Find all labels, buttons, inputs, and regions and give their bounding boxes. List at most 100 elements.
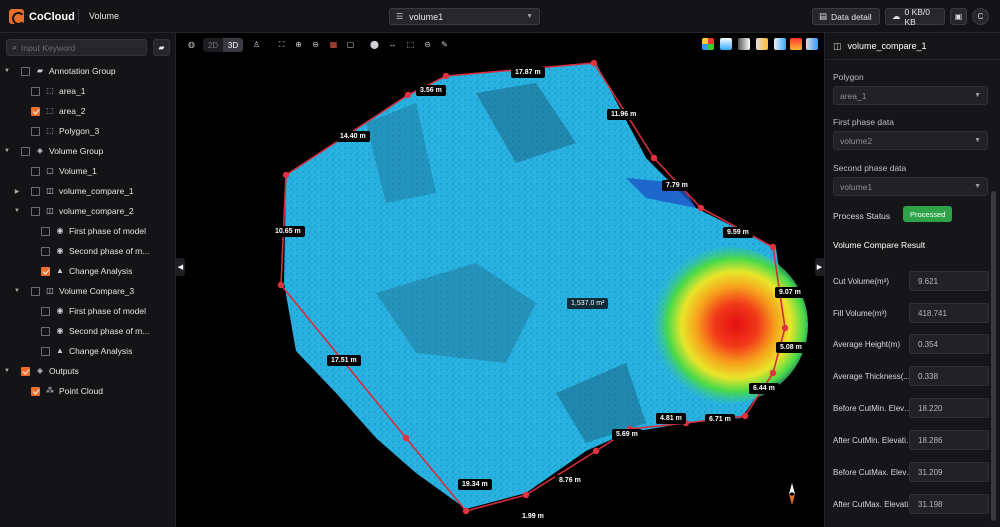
tree-item[interactable]: ▲ Change Analysis xyxy=(0,261,176,281)
add-folder-button[interactable]: ▰ xyxy=(153,39,170,56)
polygon-vertex[interactable] xyxy=(592,447,600,455)
tree-item-checkbox[interactable] xyxy=(31,286,40,296)
tree-item-checkbox[interactable] xyxy=(21,146,30,156)
polygon-vertex[interactable] xyxy=(650,154,658,162)
color-mode-return-button[interactable] xyxy=(774,38,786,50)
tree-item-checkbox[interactable] xyxy=(31,186,40,196)
tree-item-checkbox[interactable] xyxy=(21,366,30,376)
measurement-label: 7.79 m xyxy=(662,180,692,191)
collapse-panel-button[interactable]: ▶ xyxy=(815,258,824,276)
view-2d-button[interactable]: 2D xyxy=(203,38,223,52)
color-mode-class-button[interactable] xyxy=(756,38,768,50)
tree-item[interactable]: ▼ ▰ Annotation Group xyxy=(0,61,176,81)
color-mode-gradient-button[interactable] xyxy=(790,38,802,50)
polygon-vertex[interactable] xyxy=(277,281,285,289)
chevron-down-icon[interactable]: ▼ xyxy=(13,208,21,214)
chevron-down-icon[interactable]: ▼ xyxy=(3,68,11,74)
tree-item-checkbox[interactable] xyxy=(31,386,40,396)
tree-item[interactable]: ▢ Volume_1 xyxy=(0,161,176,181)
tree-item[interactable]: ⁂ Point Cloud xyxy=(0,381,176,401)
search-box[interactable]: ⌕ xyxy=(6,39,147,56)
person-view-button[interactable]: ♙ xyxy=(249,37,264,52)
polygon-vertex[interactable] xyxy=(462,507,470,515)
tree-item[interactable]: ◉ First phase of model xyxy=(0,221,176,241)
fit-view-button[interactable]: ⛶ xyxy=(274,37,289,52)
polygon-vertex[interactable] xyxy=(404,91,412,99)
search-input[interactable] xyxy=(21,42,140,53)
tree-item[interactable]: ▶ ◫ volume_compare_1 xyxy=(0,181,176,201)
polygon-vertex[interactable] xyxy=(769,369,777,377)
globe-button[interactable]: ◍ xyxy=(184,37,199,52)
view-mode-toggle[interactable]: 2D 3D xyxy=(203,38,243,52)
measurement-label: 17.51 m xyxy=(327,355,361,366)
color-mode-rgb-button[interactable] xyxy=(702,38,714,50)
tree-item[interactable]: ⬚ Polygon_3 xyxy=(0,121,176,141)
polygon-select[interactable]: area_1 ▼ xyxy=(833,86,988,105)
tree-item-checkbox[interactable] xyxy=(31,86,40,96)
tree-item[interactable]: ▼ ◈ Outputs xyxy=(0,361,176,381)
3d-viewport[interactable] xyxy=(176,33,824,527)
polygon-vertex[interactable] xyxy=(282,171,290,179)
tree-item[interactable]: ◉ Second phase of m... xyxy=(0,321,176,341)
transfer-status-button[interactable]: ☁ 0 KB/0 KB xyxy=(885,7,945,27)
dataset-select[interactable]: ☰ volume1 ▼ xyxy=(389,8,540,25)
tree-item-checkbox[interactable] xyxy=(41,326,50,336)
chevron-down-icon[interactable]: ▼ xyxy=(3,368,11,374)
chevron-down-icon[interactable]: ▼ xyxy=(13,288,21,294)
area-button[interactable]: ⬚ xyxy=(403,37,418,52)
tree-item[interactable]: ▼ ◫ volume_compare_2 xyxy=(0,201,176,221)
polygon-vertex[interactable] xyxy=(781,324,789,332)
tree-item[interactable]: ▼ ◈ Volume Group xyxy=(0,141,176,161)
cube-view-button[interactable]: ▢ xyxy=(343,37,358,52)
polygon-vertex[interactable] xyxy=(741,412,749,420)
polygon-vertex[interactable] xyxy=(522,491,530,499)
tree-item-checkbox[interactable] xyxy=(31,206,40,216)
polygon-vertex[interactable] xyxy=(769,243,777,251)
clear-button[interactable]: ⊝ xyxy=(420,37,435,52)
data-detail-button[interactable]: ▤ Data detail xyxy=(812,8,880,25)
zoom-in-button[interactable]: ⊕ xyxy=(291,37,306,52)
chevron-right-icon[interactable]: ▶ xyxy=(13,188,21,195)
draw-button[interactable]: ✎ xyxy=(437,37,452,52)
user-avatar[interactable]: C xyxy=(972,8,989,25)
tree-item-checkbox[interactable] xyxy=(41,346,50,356)
translate-button[interactable]: ▣ xyxy=(950,8,967,25)
tree-item-checkbox[interactable] xyxy=(31,166,40,176)
color-mode-normal-button[interactable] xyxy=(806,38,818,50)
tree-item-checkbox[interactable] xyxy=(31,106,40,116)
tree-item[interactable]: ⬚ area_2 xyxy=(0,101,176,121)
translate-icon: ▣ xyxy=(954,12,963,21)
point-marker-button[interactable]: ⬤ xyxy=(367,37,382,52)
view-3d-button[interactable]: 3D xyxy=(223,38,243,52)
tree-item-checkbox[interactable] xyxy=(21,66,30,76)
tree-item-checkbox[interactable] xyxy=(41,306,50,316)
model-icon: ◉ xyxy=(56,326,64,335)
model-icon: ◉ xyxy=(56,226,64,235)
tree-item-checkbox[interactable] xyxy=(41,266,50,276)
tree-item[interactable]: ▼ ◫ Volume Compare_3 xyxy=(0,281,176,301)
tree-item-checkbox[interactable] xyxy=(41,226,50,236)
tree-item[interactable]: ▲ Change Analysis xyxy=(0,341,176,361)
tree-item-checkbox[interactable] xyxy=(31,126,40,136)
tree-item-checkbox[interactable] xyxy=(41,246,50,256)
polygon-vertex[interactable] xyxy=(402,434,410,442)
chevron-down-icon[interactable]: ▼ xyxy=(3,148,11,154)
color-mode-intensity-button[interactable] xyxy=(738,38,750,50)
second-phase-select[interactable]: volume1 ▼ xyxy=(833,177,988,196)
tree-item[interactable]: ◉ First phase of model xyxy=(0,301,176,321)
zoom-out-button[interactable]: ⊖ xyxy=(308,37,323,52)
polygon-vertex[interactable] xyxy=(442,72,450,80)
layers-button[interactable]: ▦ xyxy=(326,37,341,52)
compass-icon xyxy=(789,483,795,505)
polygon-vertex[interactable] xyxy=(697,204,705,212)
panel-scrollbar[interactable] xyxy=(991,191,996,521)
tree-item[interactable]: ⬚ area_1 xyxy=(0,81,176,101)
point-cloud-canvas[interactable] xyxy=(176,33,824,527)
distance-button[interactable]: ↔ xyxy=(385,37,400,52)
logo[interactable]: CoCloud xyxy=(9,9,75,25)
color-mode-height-button[interactable] xyxy=(720,38,732,50)
polygon-vertex[interactable] xyxy=(590,59,598,67)
collapse-sidebar-button[interactable]: ◀ xyxy=(176,258,185,276)
first-phase-select[interactable]: volume2 ▼ xyxy=(833,131,988,150)
tree-item[interactable]: ◉ Second phase of m... xyxy=(0,241,176,261)
